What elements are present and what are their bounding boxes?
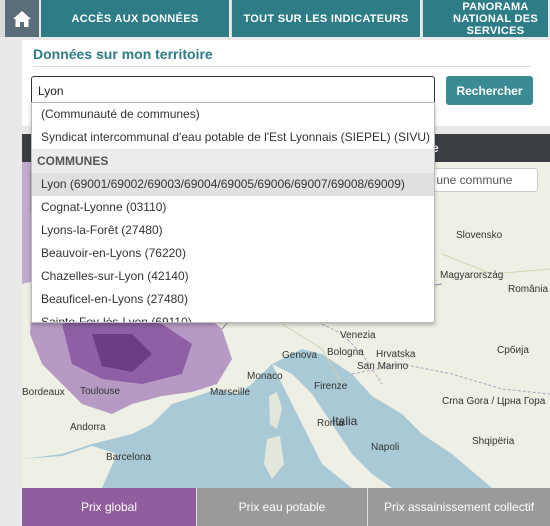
map-label-marseille: Marseille <box>210 387 251 398</box>
map-label-bordeaux: Bordeaux <box>22 387 65 398</box>
map-label-venezia: Venezia <box>340 330 376 341</box>
map-label-romania: România <box>508 284 549 295</box>
autocomplete-dropdown: (Communauté de communes) Syndicat interc… <box>31 102 435 323</box>
map-label-bologna: Bologna <box>327 347 364 358</box>
suggestion-item-lyon[interactable]: Lyon (69001/69002/69003/69004/69005/6900… <box>32 173 434 196</box>
tab-panorama[interactable]: PANORAMA NATIONAL DES SERVICES <box>423 0 550 37</box>
suggestion-item[interactable]: Sainte-Foy-lès-Lyon (69110) <box>32 311 434 322</box>
suggestion-item[interactable]: (Communauté de communes) <box>32 103 434 126</box>
map-label-monaco: Monaco <box>247 371 283 382</box>
price-tabs: Prix global Prix eau potable Prix assain… <box>22 488 550 526</box>
suggestion-item[interactable]: Chazelles-sur-Lyon (42140) <box>32 265 434 288</box>
home-button[interactable] <box>5 0 41 37</box>
map-label-srbija: Србија <box>497 345 529 356</box>
tab-prix-assainissement[interactable]: Prix assainissement collectif <box>367 488 550 526</box>
suggestion-item[interactable]: Beauvoir-en-Lyons (76220) <box>32 242 434 265</box>
suggestion-group-communes: COMMUNES <box>32 149 434 173</box>
tab-acces-donnees[interactable]: ACCÈS AUX DONNÉES <box>41 0 231 37</box>
home-icon <box>13 10 31 27</box>
map-label-toulouse: Toulouse <box>80 386 121 397</box>
suggestion-item[interactable]: Cognat-Lyonne (03110) <box>32 196 434 219</box>
map-label-san-marino: San Marino <box>357 361 409 372</box>
territory-search-input[interactable] <box>31 76 435 105</box>
tab-indicateurs[interactable]: TOUT SUR LES INDICATEURS <box>232 0 422 37</box>
panel-title: Données sur mon territoire <box>33 46 213 62</box>
search-button[interactable]: Rechercher <box>446 76 533 105</box>
suggestion-item[interactable]: Lyons-la-Forêt (27480) <box>32 219 434 242</box>
suggestion-item[interactable]: Beauficel-en-Lyons (27480) <box>32 288 434 311</box>
top-nav: ACCÈS AUX DONNÉES TOUT SUR LES INDICATEU… <box>0 0 550 37</box>
map-label-magyarorszag: Magyarország <box>440 270 504 281</box>
map-label-slovensko: Slovensko <box>456 230 503 241</box>
map-label-napoli: Napoli <box>371 442 400 453</box>
tab-prix-global[interactable]: Prix global <box>22 488 196 526</box>
map-label-barcelona: Barcelona <box>106 452 152 463</box>
map-label-andorra: Andorra <box>70 422 106 433</box>
suggestion-item[interactable]: Syndicat intercommunal d'eau potable de … <box>32 126 434 149</box>
tab-prix-eau-potable[interactable]: Prix eau potable <box>196 488 367 526</box>
map-label-shqiperia: Shqipëria <box>472 436 515 447</box>
map-label-italia: Italia <box>332 414 358 428</box>
divider <box>33 66 531 67</box>
map-label-firenze: Firenze <box>314 381 348 392</box>
map-label-crna-gora: Crna Gora / Црна Гора <box>442 396 546 407</box>
map-label-genova: Genova <box>282 350 318 361</box>
map-label-hrvatska: Hrvatska <box>376 349 416 360</box>
commune-search-input[interactable] <box>422 168 538 192</box>
